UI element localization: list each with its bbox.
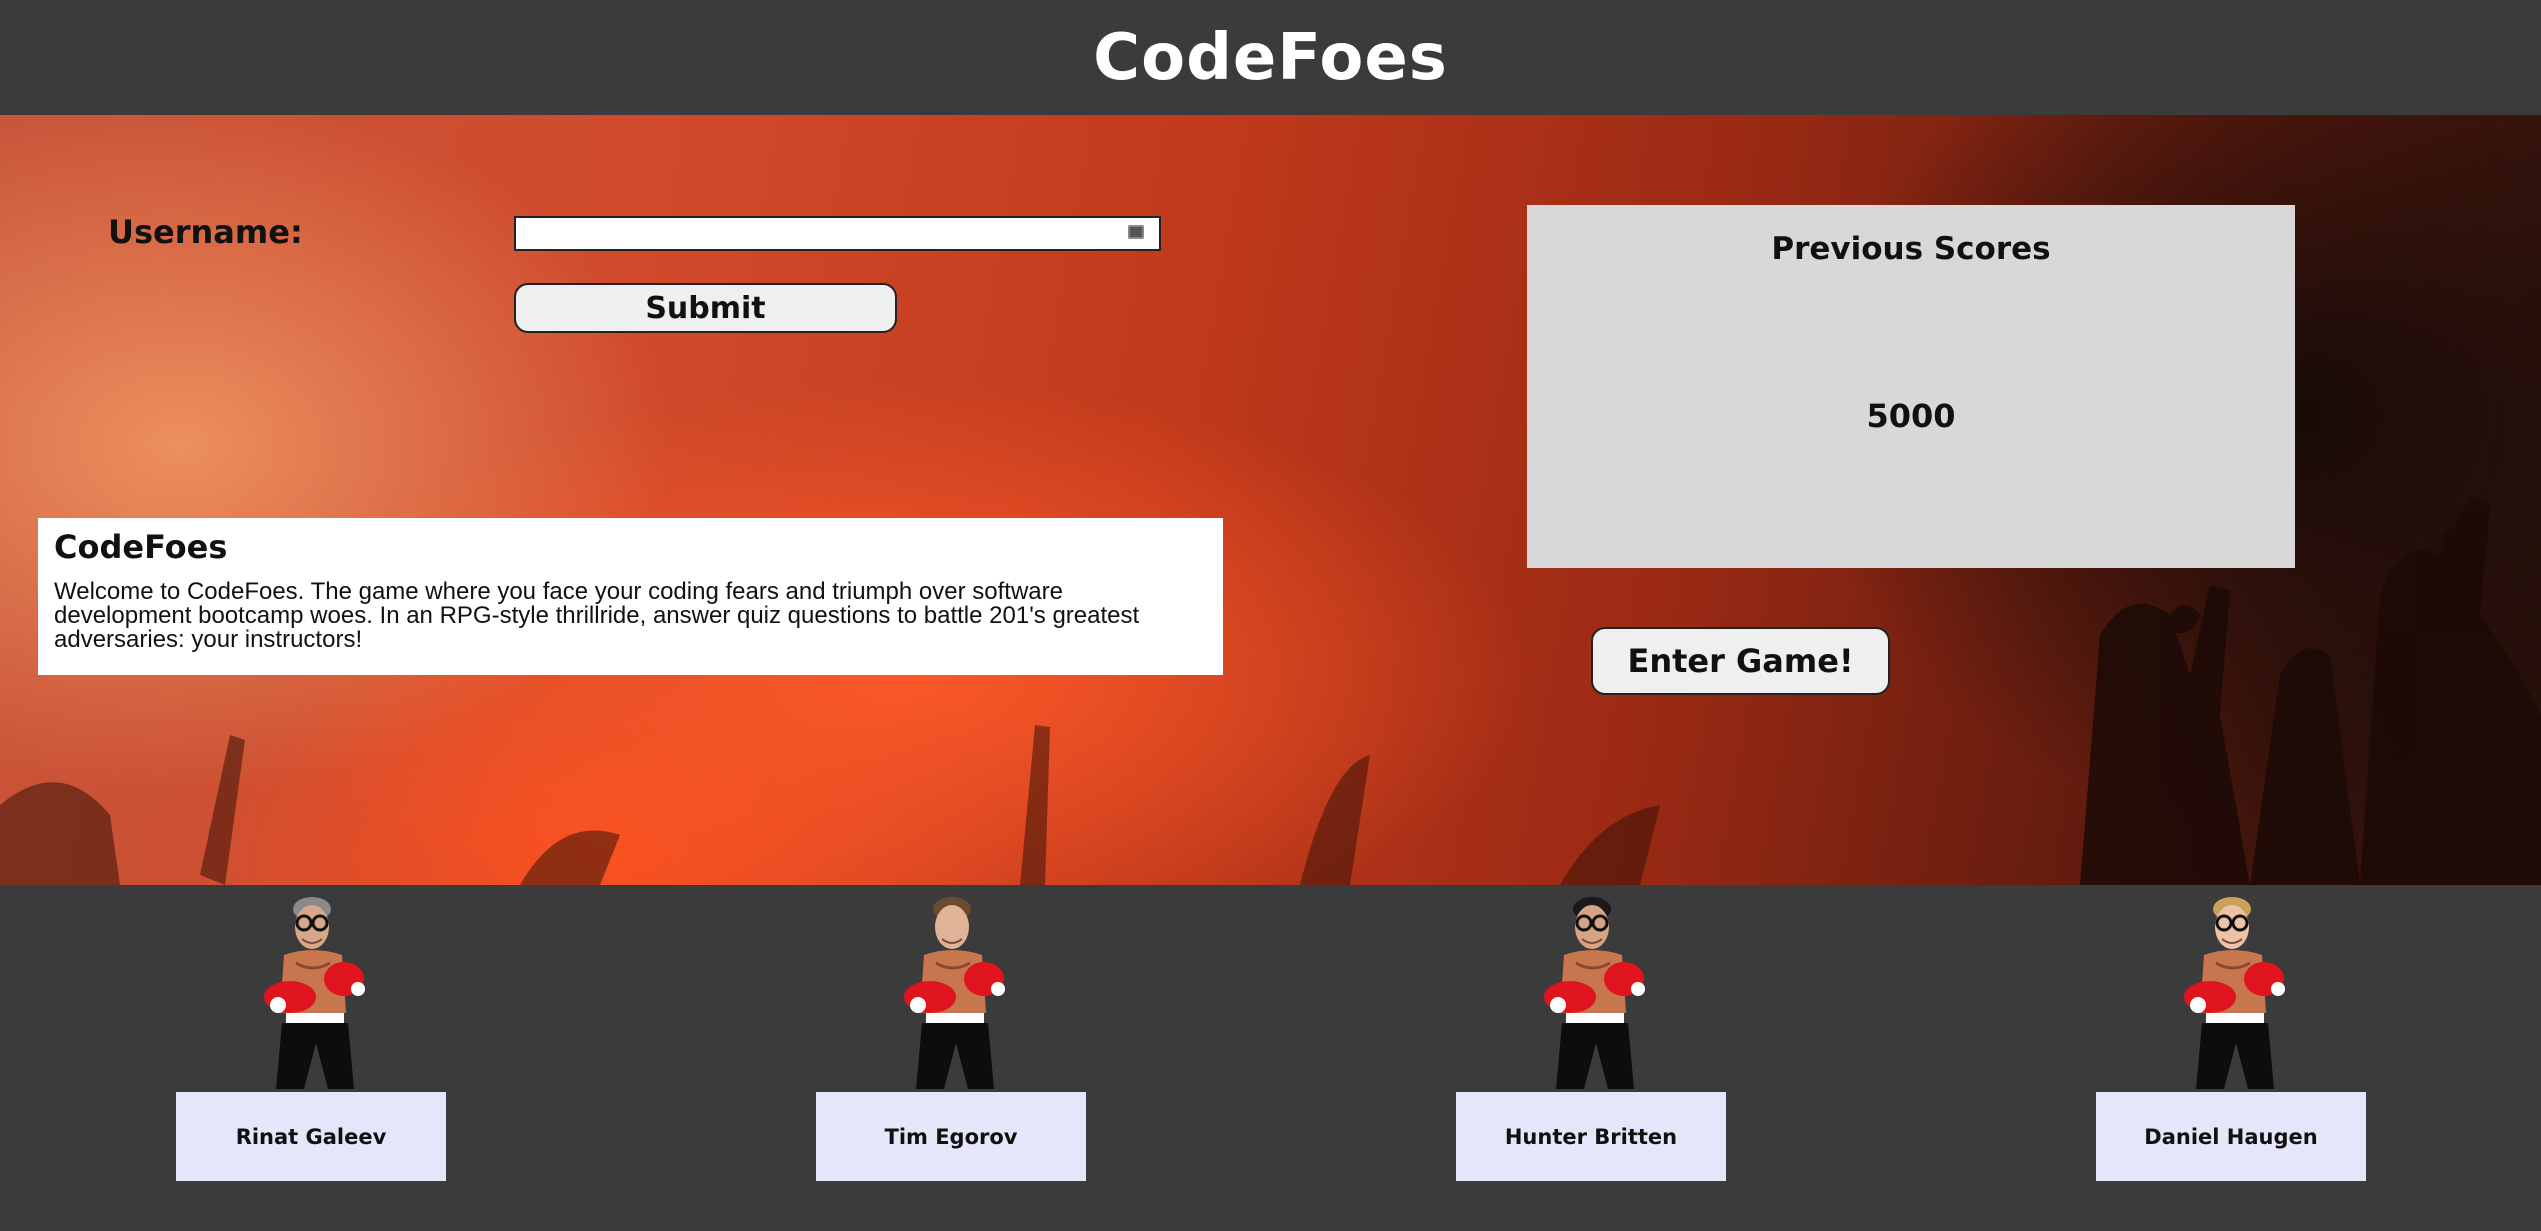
previous-scores-title: Previous Scores bbox=[1771, 231, 2051, 267]
username-input[interactable] bbox=[514, 216, 1161, 251]
instructor-name: Hunter Britten bbox=[1456, 1092, 1726, 1181]
page-title: CodeFoes bbox=[1093, 20, 1448, 95]
page-header: CodeFoes bbox=[0, 0, 2541, 115]
intro-panel: CodeFoes Welcome to CodeFoes. The game w… bbox=[38, 518, 1223, 675]
instructor-card-tim-egorov[interactable]: Tim Egorov bbox=[816, 885, 1086, 1231]
previous-scores-panel: Previous Scores 5000 bbox=[1527, 205, 2295, 568]
previous-score-value: 5000 bbox=[1866, 397, 1956, 435]
instructor-card-daniel-haugen[interactable]: Daniel Haugen bbox=[2096, 885, 2366, 1231]
instructor-roster: Rinat Galeev Tim Egorov Hunter Britten D… bbox=[0, 885, 2541, 1231]
instructor-name: Tim Egorov bbox=[816, 1092, 1086, 1181]
hero-section: Username: Submit CodeFoes Welcome to Cod… bbox=[0, 115, 2541, 885]
intro-title: CodeFoes bbox=[54, 528, 228, 566]
submit-button[interactable]: Submit bbox=[514, 283, 897, 333]
instructor-name: Daniel Haugen bbox=[2096, 1092, 2366, 1181]
instructor-card-rinat-galeev[interactable]: Rinat Galeev bbox=[176, 885, 446, 1231]
instructor-name: Rinat Galeev bbox=[176, 1092, 446, 1181]
intro-text: Welcome to CodeFoes. The game where you … bbox=[54, 578, 1140, 653]
enter-game-button[interactable]: Enter Game! bbox=[1591, 627, 1890, 695]
instructor-card-hunter-britten[interactable]: Hunter Britten bbox=[1456, 885, 1726, 1231]
username-label: Username: bbox=[108, 213, 303, 251]
autofill-icon[interactable] bbox=[1128, 225, 1144, 239]
